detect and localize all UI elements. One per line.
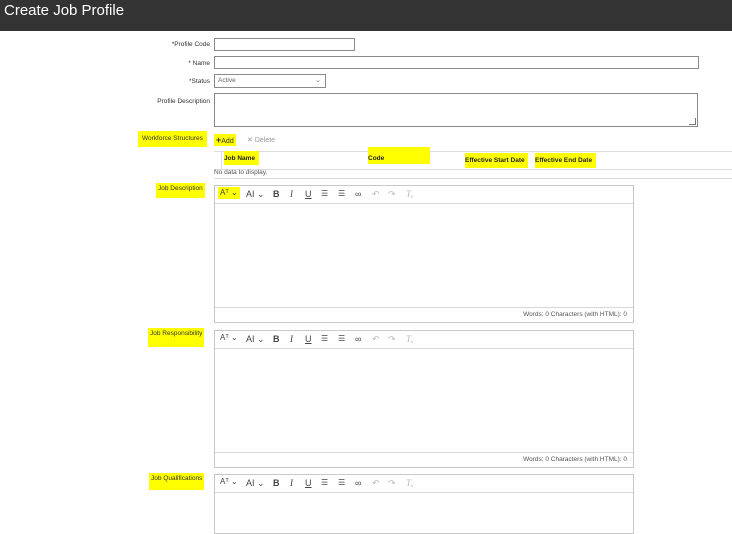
font-button[interactable]: AI ⌄ xyxy=(246,334,265,344)
chevron-down-icon: ⌄ xyxy=(315,77,321,84)
column-header-effective-end-date[interactable]: Effective End Date xyxy=(535,153,597,168)
job-responsibility-label: Job Responsibility xyxy=(148,328,205,347)
unordered-list-icon[interactable]: ☰ xyxy=(338,478,345,488)
word-character-count: Words: 0 Characters (with HTML): 0 xyxy=(523,311,627,318)
undo-icon[interactable]: ↶ xyxy=(372,334,380,344)
ordered-list-icon[interactable]: ☰ xyxy=(321,189,328,199)
column-header-job-name[interactable]: Job Name xyxy=(224,151,260,165)
job-description-editor[interactable]: Aᵀ ⌄ AI ⌄ B I U ☰ ☰ ∞ ↶ ↷ Tₓ Words: 0 Ch… xyxy=(214,185,634,323)
status-label: *Status xyxy=(189,78,210,85)
redo-icon[interactable]: ↷ xyxy=(388,189,396,199)
name-label: * Name xyxy=(188,60,210,67)
font-size-button[interactable]: Aᵀ ⌄ xyxy=(218,476,240,488)
column-header-code[interactable]: Code xyxy=(368,147,430,164)
link-icon[interactable]: ∞ xyxy=(355,334,361,344)
table-top-border xyxy=(214,151,732,152)
table-row-header-divider xyxy=(221,151,222,169)
ordered-list-icon[interactable]: ☰ xyxy=(321,334,328,344)
page-title: Create Job Profile xyxy=(4,2,125,19)
editor-toolbar: Aᵀ ⌄ AI ⌄ B I U ☰ ☰ ∞ ↶ ↷ Tₓ xyxy=(215,186,633,204)
table-header-bottom-border xyxy=(214,169,732,170)
italic-button[interactable]: I xyxy=(290,478,293,488)
table-bottom-border xyxy=(214,178,732,179)
add-button-label: Add xyxy=(221,138,234,145)
editor-toolbar: Aᵀ ⌄ AI ⌄ B I U ☰ ☰ ∞ ↶ ↷ Tₓ xyxy=(215,475,633,493)
link-icon[interactable]: ∞ xyxy=(355,478,361,488)
font-button[interactable]: AI ⌄ xyxy=(246,478,265,488)
italic-button[interactable]: I xyxy=(290,334,293,344)
status-selected-value: Active xyxy=(218,77,236,84)
unordered-list-icon[interactable]: ☰ xyxy=(338,189,345,199)
delete-button-label: Delete xyxy=(254,137,276,144)
undo-icon[interactable]: ↶ xyxy=(372,478,380,488)
bold-button[interactable]: B xyxy=(273,189,280,199)
column-header-effective-start-date[interactable]: Effective Start Date xyxy=(465,153,528,168)
job-qualifications-label: Job Qualifications xyxy=(149,473,205,490)
bold-button[interactable]: B xyxy=(273,334,280,344)
job-responsibility-editor[interactable]: Aᵀ ⌄ AI ⌄ B I U ☰ ☰ ∞ ↶ ↷ Tₓ Words: 0 Ch… xyxy=(214,330,634,468)
font-size-button[interactable]: Aᵀ ⌄ xyxy=(218,187,240,199)
editor-footer: Words: 0 Characters (with HTML): 0 xyxy=(215,452,633,467)
bold-button[interactable]: B xyxy=(273,478,280,488)
editor-toolbar: Aᵀ ⌄ AI ⌄ B I U ☰ ☰ ∞ ↶ ↷ Tₓ xyxy=(215,331,633,349)
unordered-list-icon[interactable]: ☰ xyxy=(338,334,345,344)
redo-icon[interactable]: ↷ xyxy=(388,334,396,344)
profile-code-input[interactable] xyxy=(214,38,355,51)
italic-button[interactable]: I xyxy=(290,189,293,199)
workforce-structures-label: Workforce Structures xyxy=(138,131,207,147)
name-input[interactable] xyxy=(214,56,699,69)
table-empty-message: No data to display. xyxy=(214,169,268,176)
add-button[interactable]: +Add xyxy=(214,134,236,146)
clear-format-icon[interactable]: Tₓ xyxy=(406,334,414,344)
profile-description-label: Profile Description xyxy=(157,98,210,105)
font-size-button[interactable]: Aᵀ ⌄ xyxy=(218,332,240,344)
underline-button[interactable]: U xyxy=(305,189,312,199)
job-description-label: Job Description xyxy=(156,183,205,198)
ordered-list-icon[interactable]: ☰ xyxy=(321,478,328,488)
underline-button[interactable]: U xyxy=(305,334,312,344)
clear-format-icon[interactable]: Tₓ xyxy=(406,478,414,488)
redo-icon[interactable]: ↷ xyxy=(388,478,396,488)
profile-code-label: *Profile Code xyxy=(171,41,210,48)
word-character-count: Words: 0 Characters (with HTML): 0 xyxy=(523,456,627,463)
font-button[interactable]: AI ⌄ xyxy=(246,189,265,199)
link-icon[interactable]: ∞ xyxy=(355,189,361,199)
status-select[interactable]: Active ⌄ xyxy=(214,74,326,88)
resize-handle[interactable] xyxy=(689,118,696,125)
undo-icon[interactable]: ↶ xyxy=(372,189,380,199)
clear-format-icon[interactable]: Tₓ xyxy=(406,189,414,199)
x-icon: ✕ xyxy=(247,137,253,144)
delete-button[interactable]: ✕ Delete xyxy=(247,136,275,144)
job-qualifications-editor[interactable]: Aᵀ ⌄ AI ⌄ B I U ☰ ☰ ∞ ↶ ↷ Tₓ xyxy=(214,474,634,534)
title-bar: Create Job Profile xyxy=(0,0,732,31)
editor-footer: Words: 0 Characters (with HTML): 0 xyxy=(215,307,633,322)
underline-button[interactable]: U xyxy=(305,478,312,488)
profile-description-textarea[interactable] xyxy=(214,93,698,127)
